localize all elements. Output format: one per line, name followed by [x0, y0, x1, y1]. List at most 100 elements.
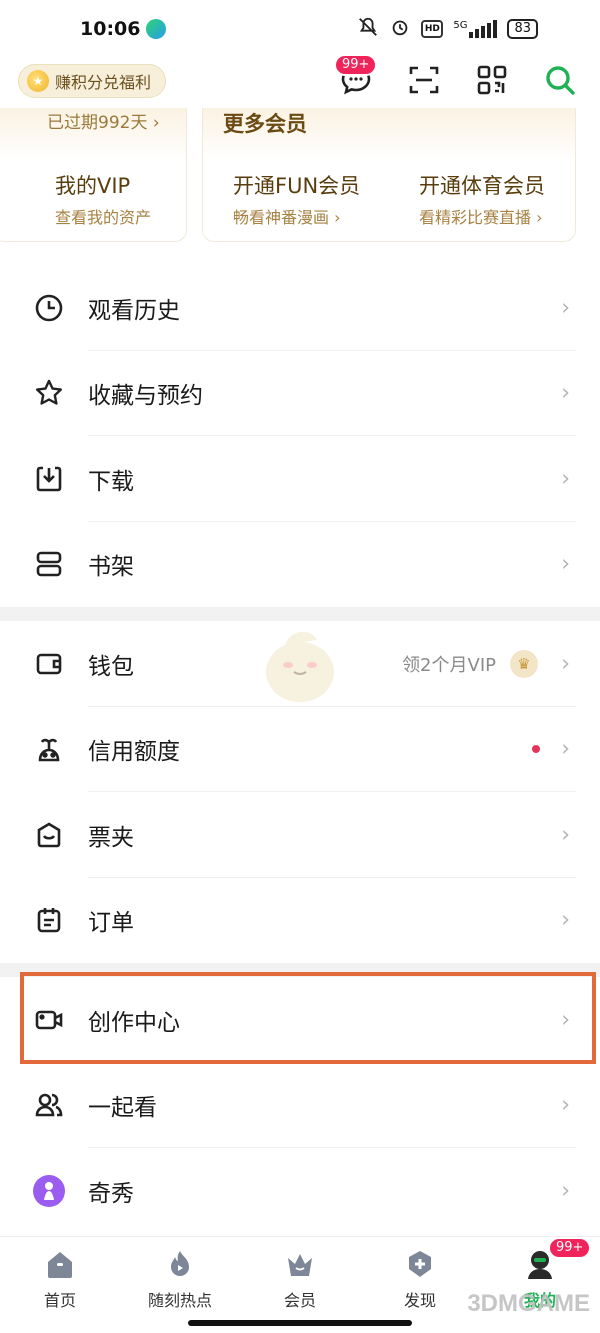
earn-points-label: 赚积分兑福利: [55, 73, 152, 92]
coin-icon: ★: [27, 70, 49, 92]
ticket-icon: [32, 818, 66, 852]
home-indicator[interactable]: [188, 1320, 412, 1326]
menu-item-label: 创作中心: [88, 1009, 180, 1036]
chevron-right-icon: ›: [561, 1178, 570, 1204]
mute-icon: [357, 16, 379, 42]
chevron-right-icon: ›: [561, 822, 570, 848]
chevron-right-icon: ›: [561, 907, 570, 933]
menu-item-label: 收藏与预约: [88, 383, 203, 410]
fun-vip-title: 开通FUN会员: [233, 174, 361, 198]
qr-code-icon: [477, 65, 507, 95]
menu-item-label: 观看历史: [88, 297, 180, 324]
bottom-tab-bar: 首页 随刻热点 会员 发现 99+ 我的: [0, 1236, 600, 1333]
menu-item-history[interactable]: 观看历史 ›: [0, 265, 600, 351]
qr-code-button[interactable]: [472, 60, 512, 100]
menu-item-creator-center[interactable]: 创作中心 ›: [0, 977, 600, 1063]
menu-group-content: 观看历史 › 收藏与预约 › 下载 › 书架 › 钱包 领2个月VIP ♛ › …: [0, 265, 600, 1234]
menu-item-label: 票夹: [88, 824, 134, 851]
watermark: 3DMGAME: [467, 1290, 590, 1317]
home-icon: [43, 1247, 77, 1281]
menu-item-tickets[interactable]: 票夹 ›: [0, 792, 600, 878]
my-vip-subtitle: 查看我的资产: [55, 208, 152, 227]
bookshelf-icon: [32, 547, 66, 581]
menu-item-label: 书架: [88, 554, 134, 581]
search-icon: [546, 66, 575, 95]
chevron-right-icon: ›: [561, 1007, 570, 1033]
alarm-icon: [389, 16, 411, 42]
clock-text: 10:06: [80, 18, 141, 40]
scan-icon: [409, 66, 439, 94]
section-separator: [0, 607, 600, 621]
chevron-right-icon: ›: [561, 295, 570, 321]
fun-vip-subtitle: 畅看神番漫画 ›: [233, 208, 341, 227]
mascot-illustration: [266, 631, 334, 702]
my-vip-title: 我的VIP: [55, 174, 131, 198]
tab-hot[interactable]: 随刻热点: [120, 1237, 240, 1333]
sports-vip-item[interactable]: 开通体育会员 看精彩比赛直播 ›: [419, 170, 545, 228]
signal-icon: 5G: [453, 20, 498, 38]
menu-item-qixiu[interactable]: 奇秀 ›: [0, 1148, 600, 1234]
menu-item-bookshelf[interactable]: 书架 ›: [0, 522, 600, 608]
sports-vip-title: 开通体育会员: [419, 174, 545, 198]
menu-item-watch-together[interactable]: 一起看 ›: [0, 1063, 600, 1148]
chevron-right-icon: ›: [561, 466, 570, 492]
tab-label: 首页: [43, 1291, 76, 1310]
status-icons: HD 5G 83: [357, 16, 538, 42]
crown-icon: [283, 1247, 317, 1281]
tab-home[interactable]: 首页: [0, 1237, 120, 1333]
tab-label: 随刻热点: [147, 1291, 212, 1310]
top-actions: 99+: [334, 54, 580, 100]
chevron-right-icon: ›: [561, 736, 570, 762]
vip-crown-icon: ♛: [510, 649, 538, 678]
tab-label: 会员: [283, 1291, 316, 1310]
wallet-icon: [32, 647, 66, 681]
app-notification-icon: [146, 19, 167, 39]
network-type: 5G: [453, 20, 468, 31]
section-separator: [0, 963, 600, 977]
menu-item-label: 下载: [88, 468, 134, 495]
order-icon: [32, 903, 66, 937]
menu-item-orders[interactable]: 订单 ›: [0, 878, 600, 964]
menu-item-label: 订单: [88, 910, 134, 937]
more-vip-card: 更多会员 开通FUN会员 畅看神番漫画 › 开通体育会员 看精彩比赛直播 ›: [202, 108, 576, 242]
wallet-promo-text: 领2个月VIP: [402, 654, 496, 676]
flame-icon: [163, 1247, 197, 1281]
chevron-right-icon: ›: [561, 380, 570, 406]
sports-vip-subtitle: 看精彩比赛直播 ›: [419, 208, 543, 227]
status-time: 10:06: [80, 18, 167, 40]
tab-label: 发现: [403, 1291, 436, 1310]
top-bar: ★ 赚积分兑福利 99+: [0, 54, 600, 108]
scan-button[interactable]: [404, 60, 444, 100]
tab-vip[interactable]: 会员: [240, 1237, 360, 1333]
more-vip-title: 更多会员: [223, 112, 307, 136]
notification-dot: [532, 745, 540, 754]
my-vip-card[interactable]: 已过期992天 › 我的VIP 查看我的资产: [0, 108, 187, 242]
search-button[interactable]: [540, 60, 580, 100]
tab-discover[interactable]: 发现: [360, 1237, 480, 1333]
tab-mine[interactable]: 99+ 我的: [480, 1237, 600, 1333]
clock-icon: [32, 291, 66, 325]
battery-indicator: 83: [507, 19, 538, 39]
messages-button[interactable]: 99+: [334, 54, 378, 100]
menu-item-label: 一起看: [88, 1095, 157, 1122]
star-icon: [32, 376, 66, 410]
menu-item-favorites[interactable]: 收藏与预约 ›: [0, 351, 600, 436]
chevron-right-icon: ›: [561, 651, 570, 677]
people-icon: [32, 1088, 66, 1122]
menu-item-credit[interactable]: 信用额度 ›: [0, 707, 600, 792]
download-icon: [32, 462, 66, 496]
camera-icon: [32, 1003, 66, 1037]
earn-points-button[interactable]: ★ 赚积分兑福利: [18, 64, 167, 98]
vip-expired-text: 已过期992天 ›: [47, 113, 160, 133]
menu-item-download[interactable]: 下载 ›: [0, 436, 600, 522]
wallet-promo[interactable]: 领2个月VIP ♛: [402, 649, 538, 678]
my-vip-item[interactable]: 我的VIP 查看我的资产: [55, 170, 151, 228]
menu-item-label: 信用额度: [88, 739, 180, 766]
fun-vip-item[interactable]: 开通FUN会员 畅看神番漫画 ›: [233, 170, 360, 228]
hd-icon: HD: [421, 20, 444, 38]
status-bar: 10:06 HD 5G 83: [0, 0, 600, 58]
menu-item-label: 奇秀: [88, 1180, 134, 1207]
qixiu-icon: [32, 1174, 66, 1208]
vip-section: 已过期992天 › 我的VIP 查看我的资产 更多会员 开通FUN会员 畅看神番…: [0, 108, 600, 248]
chevron-right-icon: ›: [561, 551, 570, 577]
